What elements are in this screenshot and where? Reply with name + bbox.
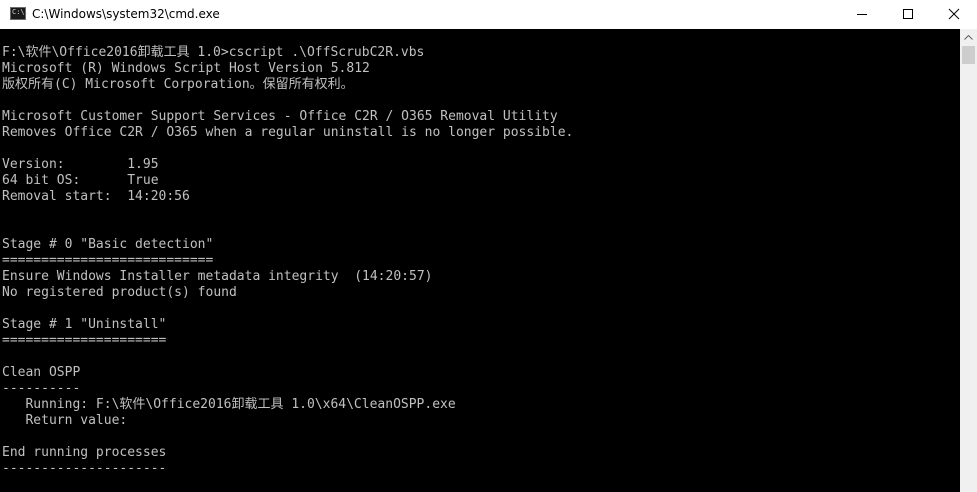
maximize-icon — [903, 9, 913, 19]
minimize-button[interactable] — [839, 0, 885, 29]
scroll-up-button[interactable] — [960, 29, 977, 46]
close-button[interactable] — [931, 0, 977, 29]
title-bar[interactable]: C:\. C:\Windows\system32\cmd.exe — [0, 0, 977, 29]
console-line: No registered product(s) found — [2, 285, 237, 300]
console-lines: F:\软件\Office2016卸载工具 1.0>cscript .\OffSc… — [2, 45, 573, 477]
console-line: Removal start: 14:20:56 — [2, 189, 190, 204]
console-line: Ensure Windows Installer metadata integr… — [2, 269, 433, 284]
console-line: 版权所有(C) Microsoft Corporation。保留所有权利。 — [2, 77, 354, 92]
console-line: F:\软件\Office2016卸载工具 1.0>cscript .\OffSc… — [2, 45, 425, 60]
console-line: Removes Office C2R / O365 when a regular… — [2, 125, 574, 140]
console-line: Microsoft (R) Windows Script Host Versio… — [2, 61, 370, 76]
cmd-icon-glyph: C:\. — [12, 8, 29, 16]
window-title: C:\Windows\system32\cmd.exe — [32, 7, 220, 21]
console-line: End running processes — [2, 445, 167, 460]
console-line: Version: 1.95 — [2, 157, 159, 172]
console-line: Stage # 1 "Uninstall" — [2, 317, 167, 332]
console-line: 64 bit OS: True — [2, 173, 159, 188]
maximize-button[interactable] — [885, 0, 931, 29]
scrollbar-thumb[interactable] — [962, 46, 975, 64]
console-line: Microsoft Customer Support Services - Of… — [2, 109, 558, 124]
console-line: ---------- — [2, 381, 81, 396]
console-line: ===================== — [2, 333, 167, 348]
vertical-scrollbar[interactable] — [960, 29, 977, 492]
console-line: Stage # 0 "Basic detection" — [2, 237, 214, 252]
cmd-icon[interactable]: C:\. — [10, 7, 29, 20]
close-icon — [948, 8, 960, 20]
console-line: Return value: — [2, 413, 128, 428]
scroll-up-arrow-icon — [964, 35, 973, 40]
console-line: =========================== — [2, 253, 214, 268]
console-line: --------------------- — [2, 461, 167, 476]
minimize-icon — [857, 14, 867, 15]
console-line: Running: F:\软件\Office2016卸载工具 1.0\x64\Cl… — [2, 397, 456, 412]
console-line: Clean OSPP — [2, 365, 81, 380]
cmd-window: C:\. C:\Windows\system32\cmd.exe F:\软件\O… — [0, 0, 977, 492]
console-output[interactable]: F:\软件\Office2016卸载工具 1.0>cscript .\OffSc… — [0, 29, 960, 492]
